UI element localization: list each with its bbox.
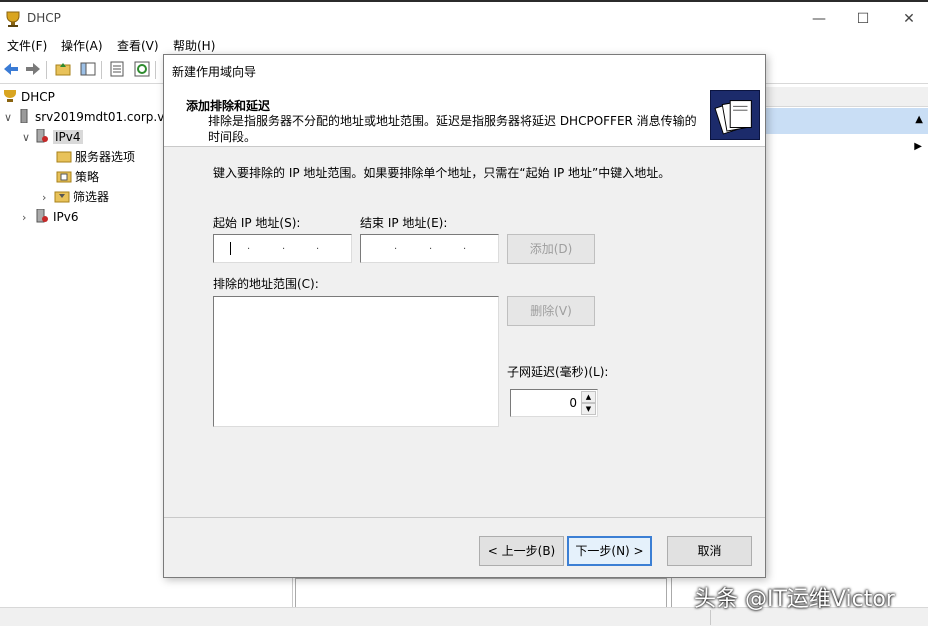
wizard-documents-icon <box>710 90 760 140</box>
end-ip-label: 结束 IP 地址(E): <box>360 216 448 230</box>
footer-divider <box>164 517 765 518</box>
maximize-button[interactable]: ☐ <box>848 8 878 30</box>
watermark-text: 头条 @IT运维Victor <box>694 587 895 612</box>
refresh-icon[interactable] <box>133 60 151 78</box>
menu-file[interactable]: 文件(F) <box>7 37 47 54</box>
excluded-range-list[interactable] <box>213 296 499 427</box>
back-button[interactable]: < 上一步(B) <box>479 536 564 566</box>
text-caret <box>230 242 231 255</box>
start-ip-input[interactable]: · · · <box>213 234 352 263</box>
instruction-text: 键入要排除的 IP 地址范围。如果要排除单个地址，只需在“起始 IP 地址”中键… <box>213 166 671 180</box>
properties-icon[interactable] <box>108 60 126 78</box>
minimize-button[interactable]: — <box>804 8 834 30</box>
tree-node-filters[interactable]: › 筛选器 <box>42 188 109 206</box>
tree-node-server[interactable]: ∨ srv2019mdt01.corp.v <box>4 108 164 126</box>
wizard-heading: 添加排除和延迟 <box>186 99 271 113</box>
tree-node-ipv6[interactable]: › IPv6 <box>22 208 79 226</box>
menu-action[interactable]: 操作(A) <box>61 37 103 54</box>
subnet-delay-spinner[interactable]: 0 ▲ ▼ <box>510 389 598 417</box>
wizard-titlebar: 新建作用域向导 <box>164 55 765 85</box>
dhcp-app-icon <box>6 11 20 27</box>
end-ip-input[interactable]: · · · <box>360 234 499 263</box>
spin-up-icon[interactable]: ▲ <box>581 391 596 403</box>
next-button[interactable]: 下一步(N) > <box>567 536 652 566</box>
window-titlebar: DHCP — ☐ ✕ <box>0 0 928 34</box>
pane-divider <box>671 578 674 608</box>
window-title: DHCP <box>27 11 61 25</box>
wizard-description: 排除是指服务器不分配的地址或地址范围。延迟是指服务器将延迟 DHCPOFFER … <box>208 114 697 144</box>
menu-view[interactable]: 查看(V) <box>117 37 159 54</box>
tree-node-dhcp[interactable]: DHCP <box>2 88 55 106</box>
tree-node-policies[interactable]: 策略 <box>56 168 99 186</box>
ipv6-icon <box>36 209 48 223</box>
wizard-header: 添加排除和延迟 排除是指服务器不分配的地址或地址范围。延迟是指服务器将延迟 DH… <box>164 85 765 147</box>
actions-section-bar[interactable]: ▲ <box>766 108 928 134</box>
menu-bar: 文件(F) 操作(A) 查看(V) 帮助(H) <box>0 34 928 56</box>
subnet-delay-value: 0 <box>569 396 577 410</box>
collapse-up-icon[interactable]: ▲ <box>915 114 923 125</box>
collapse-icon[interactable]: ∨ <box>22 129 34 147</box>
subnet-delay-label: 子网延迟(毫秒)(L): <box>507 365 609 379</box>
remove-button[interactable]: 删除(V) <box>507 296 595 326</box>
up-folder-icon[interactable] <box>54 60 72 78</box>
excluded-range-label: 排除的地址范围(C): <box>213 277 319 291</box>
tree-node-ipv4[interactable]: ∨ IPv4 <box>22 128 83 146</box>
add-button[interactable]: 添加(D) <box>507 234 595 264</box>
expand-icon[interactable]: › <box>42 189 54 207</box>
expand-icon[interactable]: › <box>22 209 34 227</box>
actions-header <box>766 87 928 107</box>
server-icon <box>20 109 28 123</box>
show-hide-tree-icon[interactable] <box>79 60 97 78</box>
new-scope-wizard-dialog: 新建作用域向导 添加排除和延迟 排除是指服务器不分配的地址或地址范围。延迟是指服… <box>163 54 766 578</box>
menu-help[interactable]: 帮助(H) <box>173 37 215 54</box>
cancel-button[interactable]: 取消 <box>667 536 752 566</box>
tree-node-server-options[interactable]: 服务器选项 <box>56 148 135 166</box>
collapse-icon[interactable]: ∨ <box>4 109 16 127</box>
wizard-body: 键入要排除的 IP 地址范围。如果要排除单个地址，只需在“起始 IP 地址”中键… <box>164 148 765 517</box>
back-icon[interactable] <box>2 60 20 78</box>
policy-icon <box>56 171 72 183</box>
close-button[interactable]: ✕ <box>894 8 924 30</box>
more-actions-arrow-icon[interactable]: ▶ <box>914 141 922 152</box>
spin-down-icon[interactable]: ▼ <box>581 403 596 415</box>
forward-icon[interactable] <box>24 60 42 78</box>
ipv4-icon <box>36 129 48 143</box>
wizard-title: 新建作用域向导 <box>172 65 257 79</box>
filter-icon <box>54 191 70 203</box>
folder-icon <box>56 151 72 163</box>
start-ip-label: 起始 IP 地址(S): <box>213 216 301 230</box>
dhcp-icon <box>4 90 16 102</box>
details-list-area <box>295 578 667 608</box>
